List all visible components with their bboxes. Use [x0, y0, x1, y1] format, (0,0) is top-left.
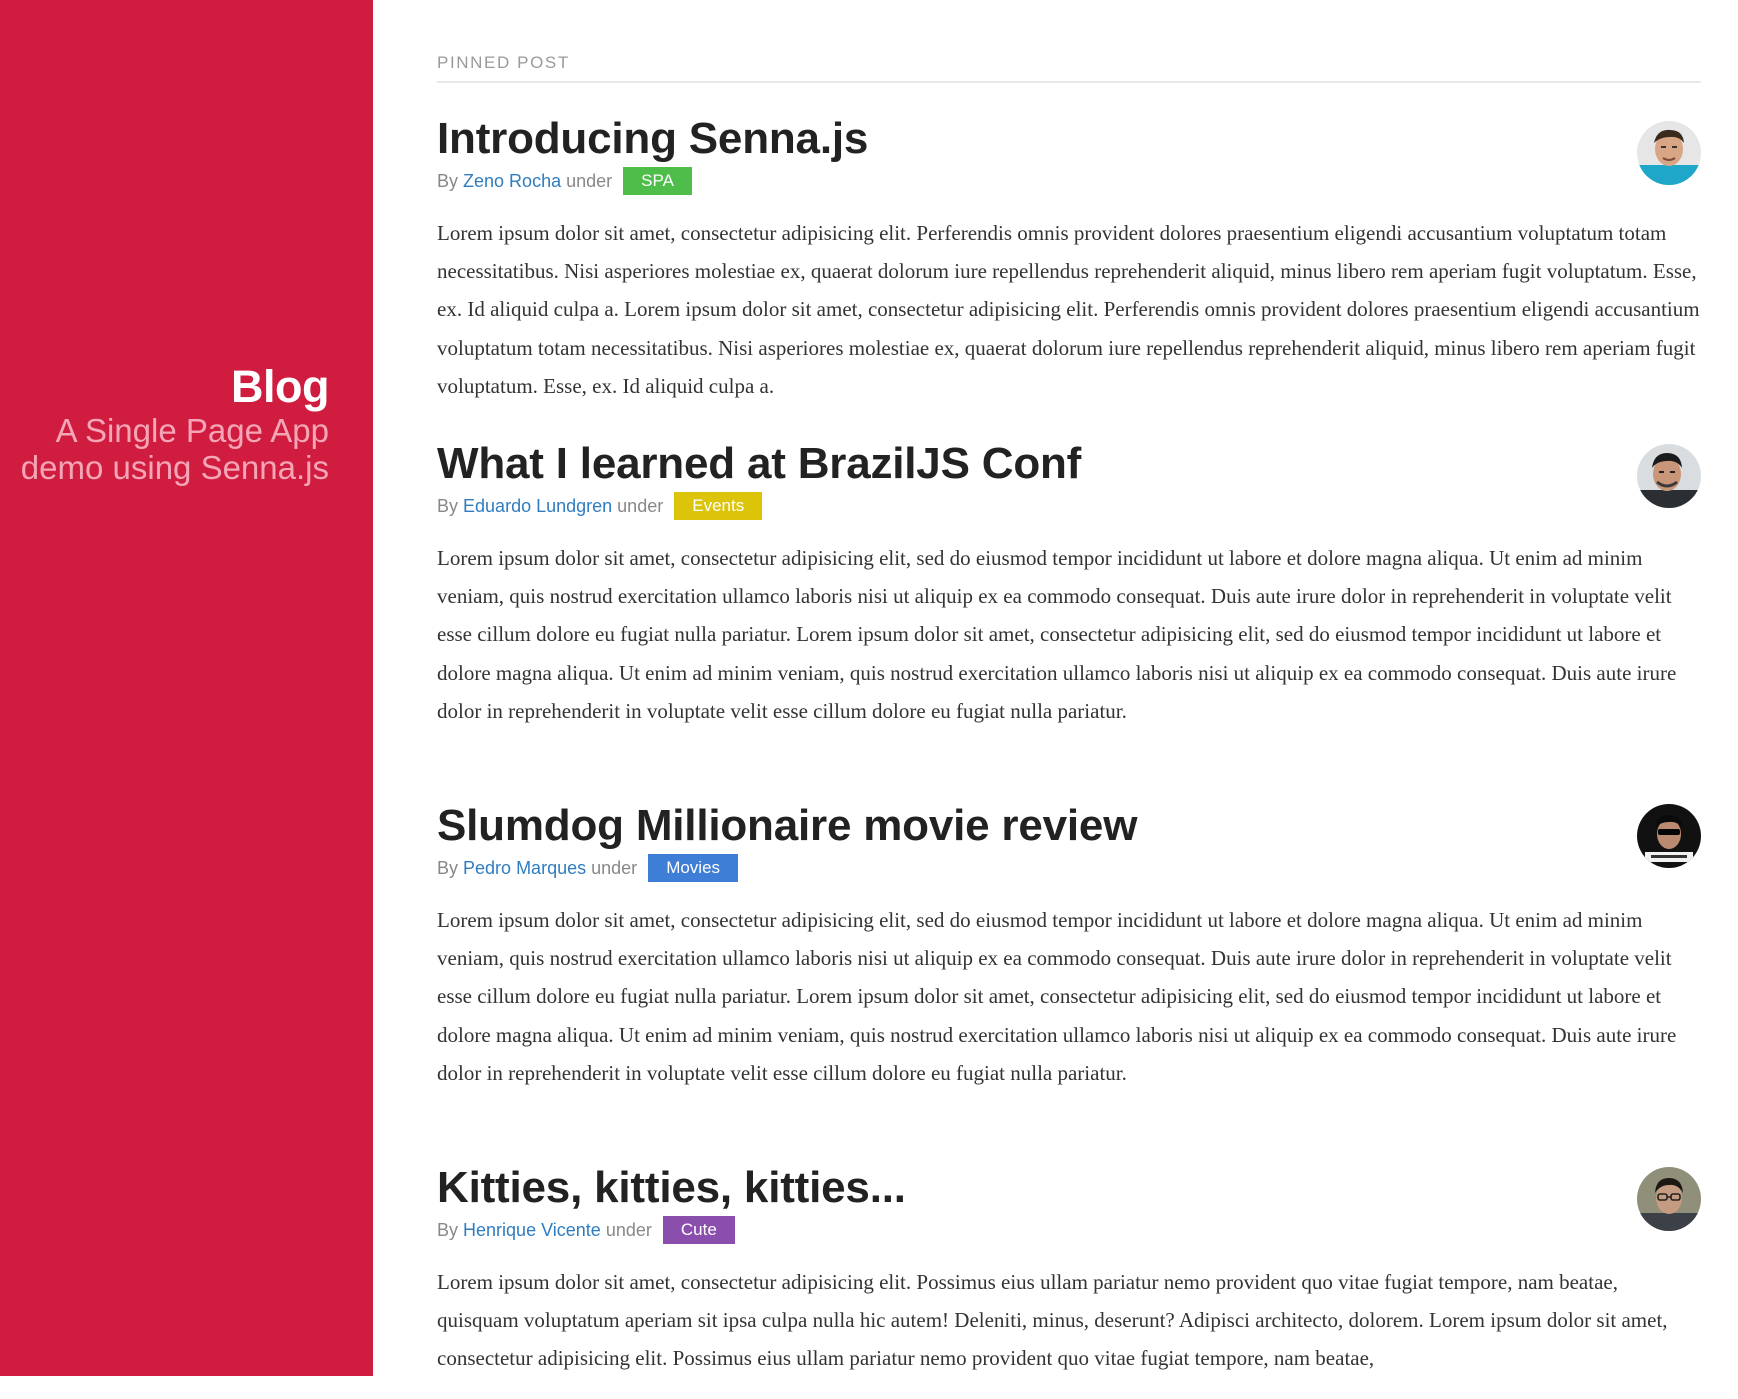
meta-by: By [437, 171, 459, 191]
author-avatar[interactable] [1637, 444, 1701, 508]
post-meta: By Henrique Vicente under Cute [437, 1216, 1701, 1244]
author-link[interactable]: Eduardo Lundgren [463, 496, 612, 516]
post-article: What I learned at BrazilJS Conf By Eduar… [437, 438, 1701, 751]
meta-by: By [437, 858, 459, 878]
post-body: Lorem ipsum dolor sit amet, consectetur … [437, 908, 1677, 1085]
tag-link-cute[interactable]: Cute [662, 1216, 735, 1244]
author-avatar[interactable] [1637, 804, 1701, 868]
post-meta: By Eduardo Lundgren under Events [437, 492, 1701, 520]
meta-under: under [617, 496, 664, 516]
brand: Blog A Single Page App demo using Senna.… [0, 362, 330, 487]
post-body: Lorem ipsum dolor sit amet, consectetur … [437, 1270, 1668, 1371]
author-link[interactable]: Henrique Vicente [463, 1220, 601, 1240]
post-article: Slumdog Millionaire movie review By Pedr… [437, 800, 1701, 1113]
post-title-link[interactable]: Introducing Senna.js [437, 113, 1587, 165]
blog-subtitle: A Single Page App demo using Senna.js [20, 412, 329, 486]
tag-link-events[interactable]: Events [674, 492, 763, 520]
post-body: Lorem ipsum dolor sit amet, consectetur … [437, 221, 1700, 398]
avatar-eduardo-image [1637, 444, 1701, 508]
post-title-link[interactable]: Slumdog Millionaire movie review [437, 800, 1587, 852]
post-meta: By Pedro Marques under Movies [437, 854, 1701, 882]
post-article: Introducing Senna.js By Zeno Rocha under… [437, 113, 1701, 426]
section-label: PINNED POST [437, 53, 1701, 83]
meta-under: under [605, 1220, 652, 1240]
tag-link-spa[interactable]: SPA [623, 167, 692, 195]
post-body: Lorem ipsum dolor sit amet, consectetur … [437, 546, 1677, 723]
meta-under: under [591, 858, 638, 878]
sidebar: Blog A Single Page App demo using Senna.… [0, 0, 373, 1376]
meta-by: By [437, 496, 459, 516]
meta-under: under [566, 171, 613, 191]
post-title-link[interactable]: What I learned at BrazilJS Conf [437, 438, 1587, 490]
post-title-link[interactable]: Kitties, kitties, kitties... [437, 1162, 1587, 1214]
avatar-henrique-image [1637, 1167, 1701, 1231]
post-article: Kitties, kitties, kitties... By Henrique… [437, 1162, 1701, 1399]
avatar-zeno-image [1637, 121, 1701, 185]
meta-by: By [437, 1220, 459, 1240]
author-link[interactable]: Zeno Rocha [463, 171, 561, 191]
main-content: PINNED POST Introducing Senna.js By Zeno… [437, 0, 1701, 1376]
tag-link-movies[interactable]: Movies [648, 854, 739, 882]
author-avatar[interactable] [1637, 1167, 1701, 1231]
blog-title-link[interactable]: Blog [0, 362, 329, 412]
post-meta: By Zeno Rocha under SPA [437, 167, 1701, 195]
author-link[interactable]: Pedro Marques [463, 858, 586, 878]
avatar-pedro-image [1637, 804, 1701, 868]
author-avatar[interactable] [1637, 121, 1701, 185]
